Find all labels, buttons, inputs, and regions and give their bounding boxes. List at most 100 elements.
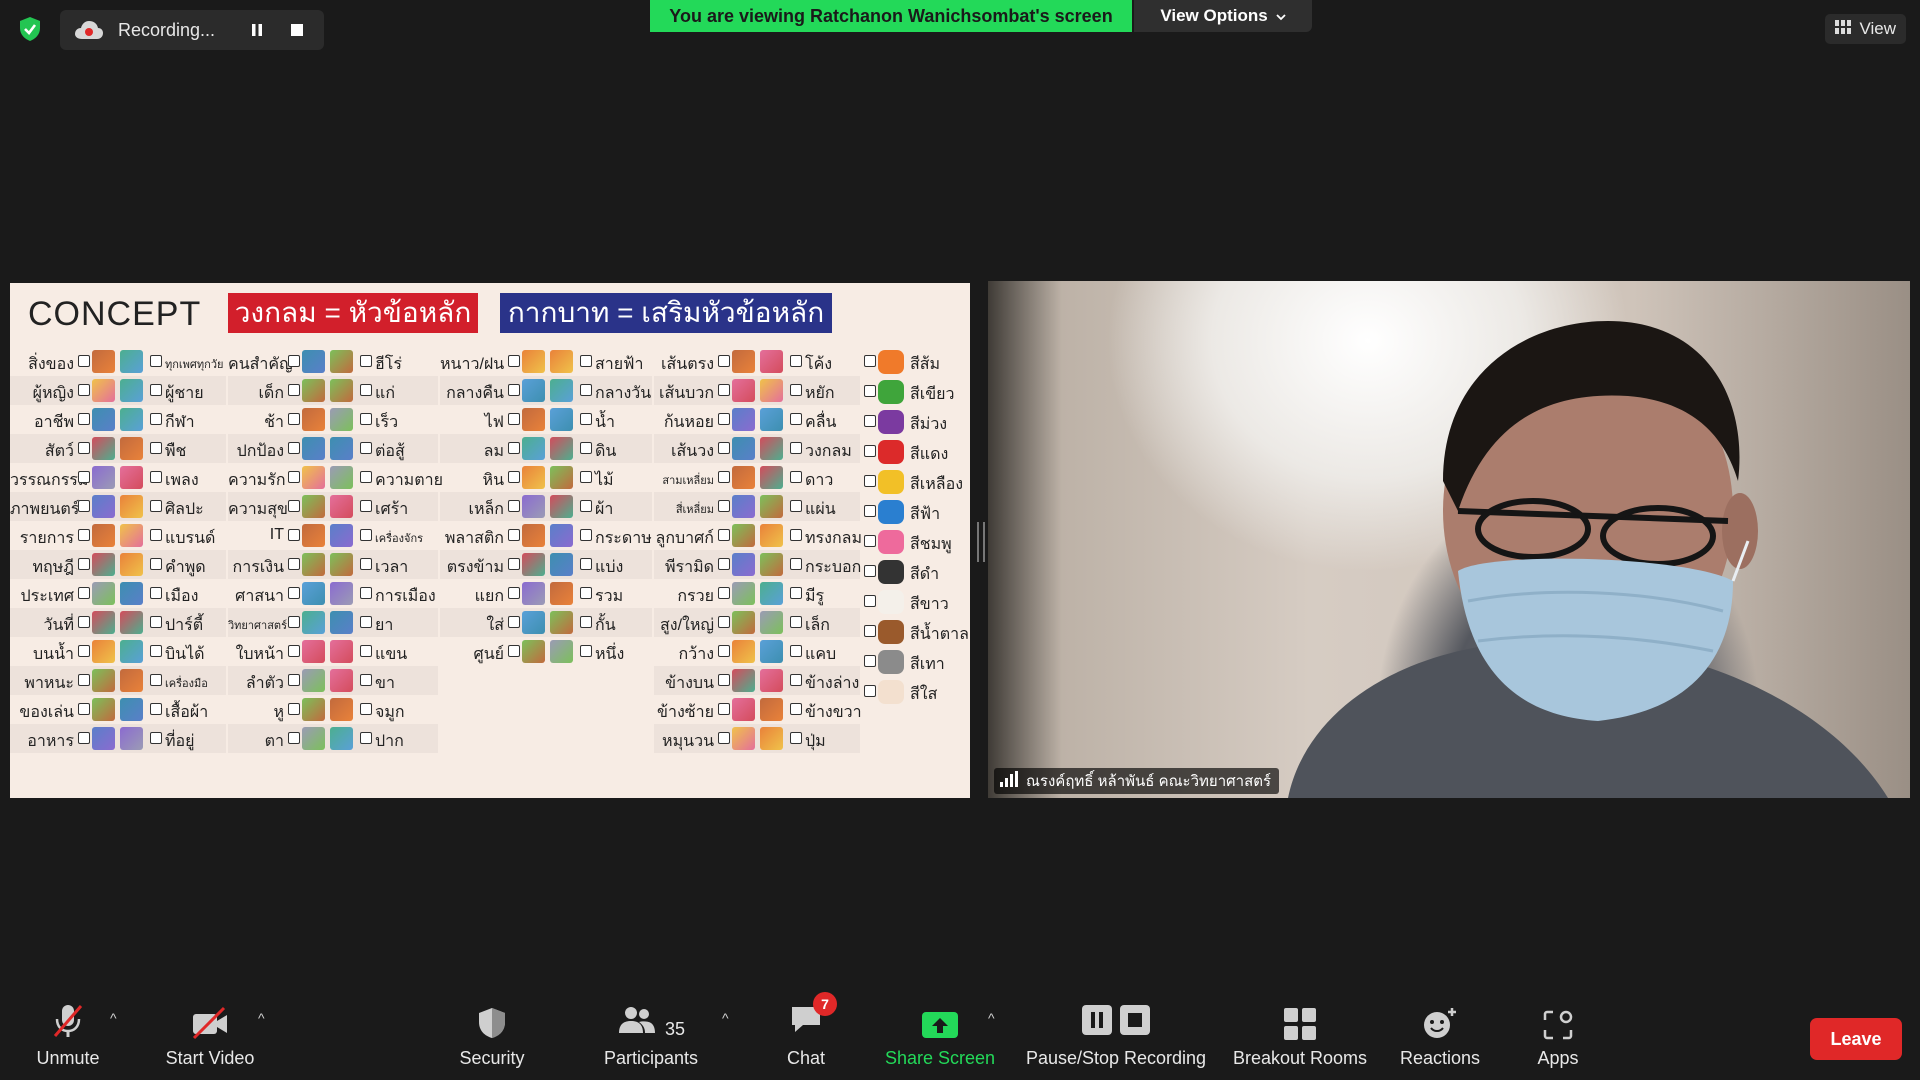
concept-checkbox[interactable] — [150, 732, 162, 744]
concept-checkbox[interactable] — [360, 645, 372, 657]
concept-checkbox[interactable] — [78, 384, 90, 396]
concept-checkbox[interactable] — [288, 413, 300, 425]
concept-checkbox[interactable] — [288, 587, 300, 599]
encryption-shield-icon[interactable] — [18, 16, 42, 42]
concept-checkbox[interactable] — [508, 645, 520, 657]
concept-checkbox[interactable] — [360, 732, 372, 744]
concept-checkbox[interactable] — [790, 529, 802, 541]
concept-checkbox[interactable] — [78, 442, 90, 454]
participants-button[interactable]: 35 Participants — [596, 996, 706, 1080]
concept-checkbox[interactable] — [78, 703, 90, 715]
concept-checkbox[interactable] — [580, 616, 592, 628]
concept-checkbox[interactable] — [718, 558, 730, 570]
color-checkbox[interactable] — [864, 475, 876, 487]
concept-checkbox[interactable] — [288, 732, 300, 744]
concept-checkbox[interactable] — [360, 413, 372, 425]
pause-stop-recording-button[interactable]: Pause/Stop Recording — [1024, 996, 1208, 1080]
color-checkbox[interactable] — [864, 565, 876, 577]
concept-checkbox[interactable] — [150, 355, 162, 367]
color-checkbox[interactable] — [864, 535, 876, 547]
concept-checkbox[interactable] — [790, 645, 802, 657]
concept-checkbox[interactable] — [790, 442, 802, 454]
concept-checkbox[interactable] — [288, 471, 300, 483]
leave-meeting-button[interactable]: Leave — [1810, 1018, 1902, 1060]
concept-checkbox[interactable] — [718, 355, 730, 367]
breakout-rooms-button[interactable]: Breakout Rooms — [1230, 996, 1370, 1080]
color-checkbox[interactable] — [864, 355, 876, 367]
concept-checkbox[interactable] — [150, 413, 162, 425]
view-layout-button[interactable]: View — [1825, 14, 1906, 44]
concept-checkbox[interactable] — [288, 355, 300, 367]
concept-checkbox[interactable] — [150, 384, 162, 396]
concept-checkbox[interactable] — [150, 674, 162, 686]
unmute-button[interactable]: Unmute — [28, 996, 108, 1080]
concept-checkbox[interactable] — [360, 529, 372, 541]
audio-options-chevron-icon[interactable]: ^ — [110, 1010, 117, 1026]
concept-checkbox[interactable] — [150, 500, 162, 512]
concept-checkbox[interactable] — [78, 529, 90, 541]
concept-checkbox[interactable] — [150, 529, 162, 541]
concept-checkbox[interactable] — [790, 616, 802, 628]
concept-checkbox[interactable] — [580, 587, 592, 599]
concept-checkbox[interactable] — [288, 500, 300, 512]
concept-checkbox[interactable] — [288, 674, 300, 686]
concept-checkbox[interactable] — [718, 413, 730, 425]
concept-checkbox[interactable] — [78, 413, 90, 425]
concept-checkbox[interactable] — [150, 645, 162, 657]
concept-checkbox[interactable] — [288, 442, 300, 454]
concept-checkbox[interactable] — [78, 587, 90, 599]
concept-checkbox[interactable] — [360, 384, 372, 396]
concept-checkbox[interactable] — [288, 616, 300, 628]
concept-checkbox[interactable] — [150, 587, 162, 599]
concept-checkbox[interactable] — [508, 529, 520, 541]
reactions-button[interactable]: Reactions — [1390, 996, 1490, 1080]
concept-checkbox[interactable] — [360, 355, 372, 367]
concept-checkbox[interactable] — [790, 500, 802, 512]
concept-checkbox[interactable] — [78, 558, 90, 570]
concept-checkbox[interactable] — [508, 413, 520, 425]
start-video-button[interactable]: Start Video — [160, 996, 260, 1080]
concept-checkbox[interactable] — [580, 529, 592, 541]
concept-checkbox[interactable] — [360, 500, 372, 512]
concept-checkbox[interactable] — [580, 413, 592, 425]
concept-checkbox[interactable] — [360, 703, 372, 715]
concept-checkbox[interactable] — [288, 558, 300, 570]
concept-checkbox[interactable] — [508, 442, 520, 454]
concept-checkbox[interactable] — [718, 645, 730, 657]
concept-checkbox[interactable] — [508, 471, 520, 483]
concept-checkbox[interactable] — [718, 529, 730, 541]
share-screen-button[interactable]: Share Screen — [884, 996, 996, 1080]
concept-checkbox[interactable] — [790, 355, 802, 367]
pause-recording-button[interactable] — [244, 17, 270, 43]
participants-options-chevron-icon[interactable]: ^ — [722, 1010, 729, 1026]
concept-checkbox[interactable] — [790, 587, 802, 599]
concept-checkbox[interactable] — [360, 558, 372, 570]
concept-checkbox[interactable] — [718, 500, 730, 512]
concept-checkbox[interactable] — [508, 616, 520, 628]
concept-checkbox[interactable] — [78, 616, 90, 628]
concept-checkbox[interactable] — [790, 558, 802, 570]
concept-checkbox[interactable] — [790, 732, 802, 744]
concept-checkbox[interactable] — [360, 674, 372, 686]
color-checkbox[interactable] — [864, 445, 876, 457]
concept-checkbox[interactable] — [790, 384, 802, 396]
concept-checkbox[interactable] — [718, 442, 730, 454]
concept-checkbox[interactable] — [150, 442, 162, 454]
concept-checkbox[interactable] — [150, 558, 162, 570]
concept-checkbox[interactable] — [580, 645, 592, 657]
participant-video-tile[interactable]: ณรงค์ฤทธิ์ หล้าพันธ์ คณะวิทยาศาสตร์ — [988, 281, 1910, 798]
concept-checkbox[interactable] — [288, 703, 300, 715]
concept-checkbox[interactable] — [790, 413, 802, 425]
concept-checkbox[interactable] — [150, 703, 162, 715]
concept-checkbox[interactable] — [580, 558, 592, 570]
color-checkbox[interactable] — [864, 595, 876, 607]
concept-checkbox[interactable] — [78, 645, 90, 657]
concept-checkbox[interactable] — [718, 587, 730, 599]
concept-checkbox[interactable] — [288, 384, 300, 396]
concept-checkbox[interactable] — [580, 500, 592, 512]
concept-checkbox[interactable] — [790, 674, 802, 686]
concept-checkbox[interactable] — [508, 500, 520, 512]
share-options-chevron-icon[interactable]: ^ — [988, 1010, 995, 1026]
concept-checkbox[interactable] — [580, 471, 592, 483]
split-resize-handle[interactable] — [977, 522, 985, 562]
